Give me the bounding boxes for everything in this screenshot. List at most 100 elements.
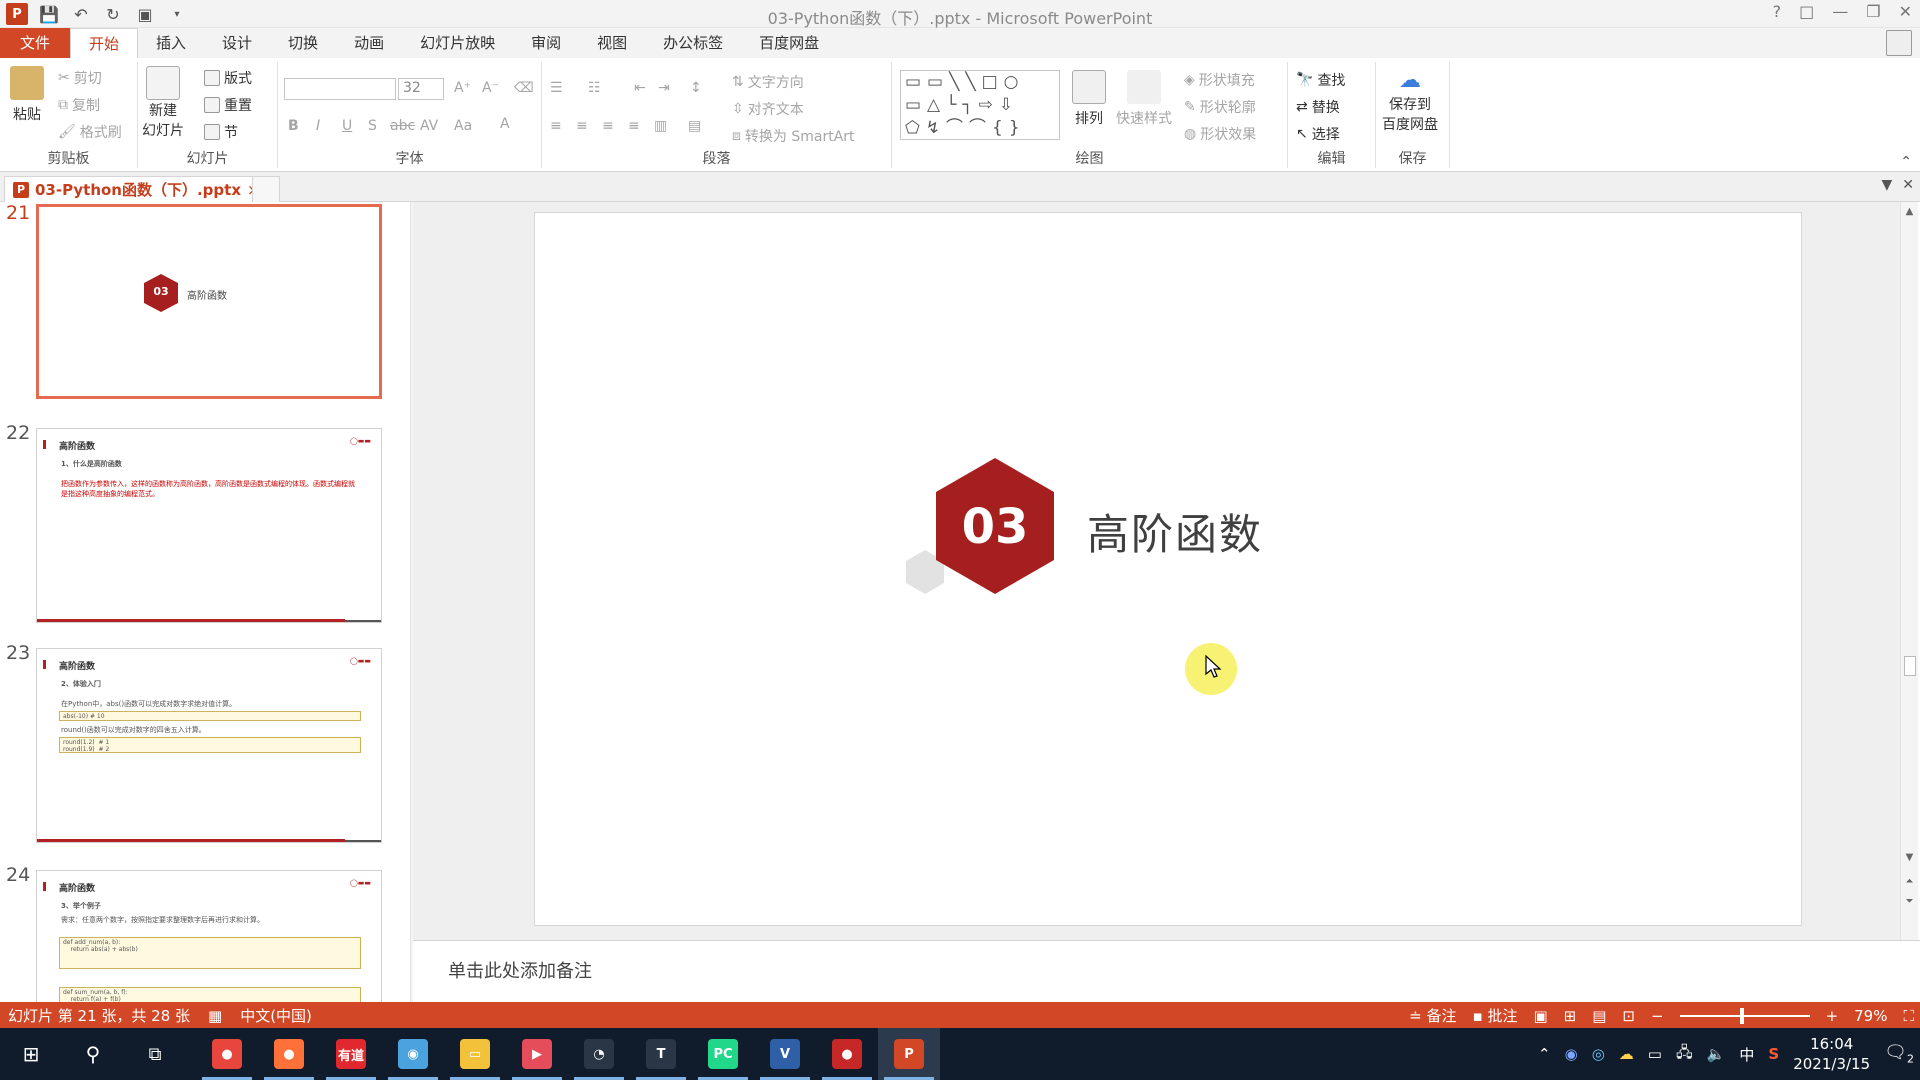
justify-icon[interactable]: ≡ (628, 118, 640, 134)
taskbar-app-youdao[interactable]: 有道 (320, 1028, 382, 1080)
taskbar-app-explorer[interactable]: ▭ (444, 1028, 506, 1080)
taskbar-app-pycharm[interactable]: PC (692, 1028, 754, 1080)
taskbar-app-browser[interactable]: ◉ (382, 1028, 444, 1080)
tray-app-icon[interactable]: ◎ (1592, 1045, 1605, 1063)
tab-home[interactable]: 开始 (70, 28, 139, 58)
align-right-icon[interactable]: ≡ (602, 118, 614, 134)
shape-effects-button[interactable]: ◍ 形状效果 (1184, 124, 1256, 144)
line-spacing-icon[interactable]: ↕ (690, 80, 702, 96)
font-color-icon[interactable]: A (500, 116, 510, 132)
bullets-icon[interactable]: ☰ (550, 80, 563, 96)
system-clock[interactable]: 16:04 2021/3/15 (1793, 1034, 1870, 1074)
layout-button[interactable]: 版式 (204, 68, 252, 88)
sogou-ime-icon[interactable]: S (1768, 1045, 1779, 1063)
cut-button[interactable]: ✂ 剪切 (58, 68, 102, 88)
slide-thumbnail-22[interactable]: 高阶函数 ◯▬▬ 1、什么是高阶函数 把函数作为参数传入，这样的函数称为高阶函数… (36, 428, 382, 623)
search-button[interactable]: ⚲ (62, 1028, 124, 1080)
align-left-icon[interactable]: ≡ (550, 118, 562, 134)
tab-baidu-netdisk[interactable]: 百度网盘 (741, 28, 837, 58)
columns-icon[interactable]: ▥ (654, 118, 667, 134)
scroll-thumb[interactable] (1904, 656, 1916, 676)
shape-fill-button[interactable]: ◈ 形状填充 (1184, 70, 1255, 90)
bold-icon[interactable]: B (288, 118, 299, 134)
slide-thumbnail-21[interactable]: 03 高阶函数 (36, 204, 382, 399)
close-icon[interactable]: ✕ (1899, 2, 1912, 21)
ime-indicator[interactable]: 中 (1739, 1044, 1754, 1065)
zoom-level[interactable]: 79% (1854, 1007, 1887, 1025)
slide-thumbnail-24[interactable]: 高阶函数 ◯▬▬ 3、举个例子 需求：任意两个数字，按照指定要求整理数字后再进行… (36, 870, 382, 1002)
shapes-gallery[interactable]: ▭▭╲╲□○ ▭△└┐⇨⇩ ⬠↯⌒⌒{} (900, 70, 1060, 140)
taskbar-app-powerpoint[interactable]: P (878, 1028, 940, 1080)
reset-button[interactable]: 重置 (204, 95, 252, 115)
change-case-icon[interactable]: Aa (454, 118, 472, 134)
font-name-box[interactable] (284, 78, 396, 100)
taskbar-app-visio[interactable]: V (754, 1028, 816, 1080)
text-direction-button[interactable]: ⇅ 文字方向 (732, 72, 804, 92)
tray-overflow-icon[interactable]: ⌃ (1538, 1045, 1551, 1063)
tray-app-icon[interactable]: ◉ (1565, 1045, 1578, 1063)
ribbon-display-icon[interactable]: □ (1799, 2, 1814, 21)
next-slide-icon[interactable]: ⏷ (1901, 896, 1918, 907)
normal-view-icon[interactable]: ▣ (1533, 1007, 1547, 1025)
numbering-icon[interactable]: ☷ (588, 80, 601, 96)
notes-pane[interactable]: 单击此处添加备注 (413, 940, 1920, 1002)
battery-icon[interactable]: ▭ (1648, 1045, 1662, 1063)
strikethrough-icon[interactable]: abc (390, 118, 415, 134)
tab-animations[interactable]: 动画 (336, 28, 402, 58)
taskbar-app-recorder[interactable]: ● (816, 1028, 878, 1080)
align-text-button[interactable]: ⇳ 对齐文本 (732, 99, 804, 119)
editor-scrollbar[interactable]: ▲ ▼ ⏶ ⏷ (1900, 202, 1918, 940)
quick-styles-button[interactable]: 快速样式 (1116, 70, 1172, 128)
replace-button[interactable]: ⇄ 替换 (1296, 97, 1340, 117)
taskbar-app-timer[interactable]: ◔ (568, 1028, 630, 1080)
italic-icon[interactable]: I (316, 118, 320, 134)
font-size-box[interactable]: 32 (398, 78, 444, 100)
shape-outline-button[interactable]: ✎ 形状轮廓 (1184, 97, 1256, 117)
taskbar-app-firefox[interactable]: ● (258, 1028, 320, 1080)
taskbar-app-player[interactable]: ▶ (506, 1028, 568, 1080)
tab-slideshow[interactable]: 幻灯片放映 (402, 28, 513, 58)
underline-icon[interactable]: U (342, 118, 352, 134)
new-slide-button[interactable]: 新建 幻灯片 (142, 66, 184, 140)
arrange-button[interactable]: 排列 (1072, 70, 1106, 128)
collapse-ribbon-icon[interactable]: ⌃ (1900, 154, 1912, 170)
shadow-icon[interactable]: S (368, 118, 377, 134)
start-button[interactable]: ⊞ (0, 1028, 62, 1080)
account-avatar[interactable] (1886, 30, 1912, 56)
scroll-down-arrow-icon[interactable]: ▼ (1901, 852, 1918, 863)
notes-toggle-button[interactable]: ≐ 备注 (1409, 1005, 1456, 1026)
help-icon[interactable]: ? (1773, 2, 1782, 21)
zoom-in-icon[interactable]: + (1826, 1007, 1839, 1025)
slide-thumbnail-23[interactable]: 高阶函数 ◯▬▬ 2、体验入门 在Python中，abs()函数可以完成对数字求… (36, 648, 382, 843)
language-indicator[interactable]: 中文(中国) (240, 1005, 312, 1026)
spell-check-icon[interactable]: ▦ (208, 1007, 222, 1025)
minimize-icon[interactable]: — (1832, 2, 1848, 21)
tab-design[interactable]: 设计 (204, 28, 270, 58)
zoom-slider[interactable] (1679, 1007, 1810, 1024)
fit-slide-icon[interactable]: ⛶ (1903, 1007, 1914, 1025)
new-tab-button[interactable] (252, 176, 280, 202)
tab-transitions[interactable]: 切换 (270, 28, 336, 58)
shrink-font-icon[interactable]: A⁻ (482, 80, 499, 96)
distribute-icon[interactable]: ▤ (688, 118, 701, 134)
clear-format-icon[interactable]: ⌫ (514, 80, 534, 96)
format-painter-button[interactable]: 🖌 格式刷 (58, 122, 122, 142)
copy-button[interactable]: ⧉ 复制 (58, 95, 100, 115)
taskbar-app-chrome[interactable]: ● (196, 1028, 258, 1080)
previous-slide-icon[interactable]: ⏶ (1901, 876, 1918, 887)
tab-insert[interactable]: 插入 (138, 28, 204, 58)
slideshow-view-icon[interactable]: ⊡ (1622, 1007, 1635, 1025)
tab-review[interactable]: 审阅 (513, 28, 579, 58)
tab-file[interactable]: 文件 (0, 28, 70, 58)
current-slide[interactable]: 03 高阶函数 (534, 212, 1802, 926)
tab-view[interactable]: 视图 (579, 28, 645, 58)
char-spacing-icon[interactable]: AV (420, 118, 438, 134)
slide-heading[interactable]: 高阶函数 (1087, 501, 1263, 562)
tab-list-icon[interactable]: ▼ (1881, 177, 1892, 193)
slide-sorter-icon[interactable]: ⊞ (1564, 1007, 1577, 1025)
select-button[interactable]: ↖ 选择 (1296, 124, 1340, 144)
zoom-out-icon[interactable]: − (1651, 1007, 1664, 1025)
tab-office-tabs[interactable]: 办公标签 (645, 28, 741, 58)
notification-center-icon[interactable]: 🗨2 (1884, 1042, 1914, 1066)
restore-icon[interactable]: ❐ (1866, 2, 1880, 21)
